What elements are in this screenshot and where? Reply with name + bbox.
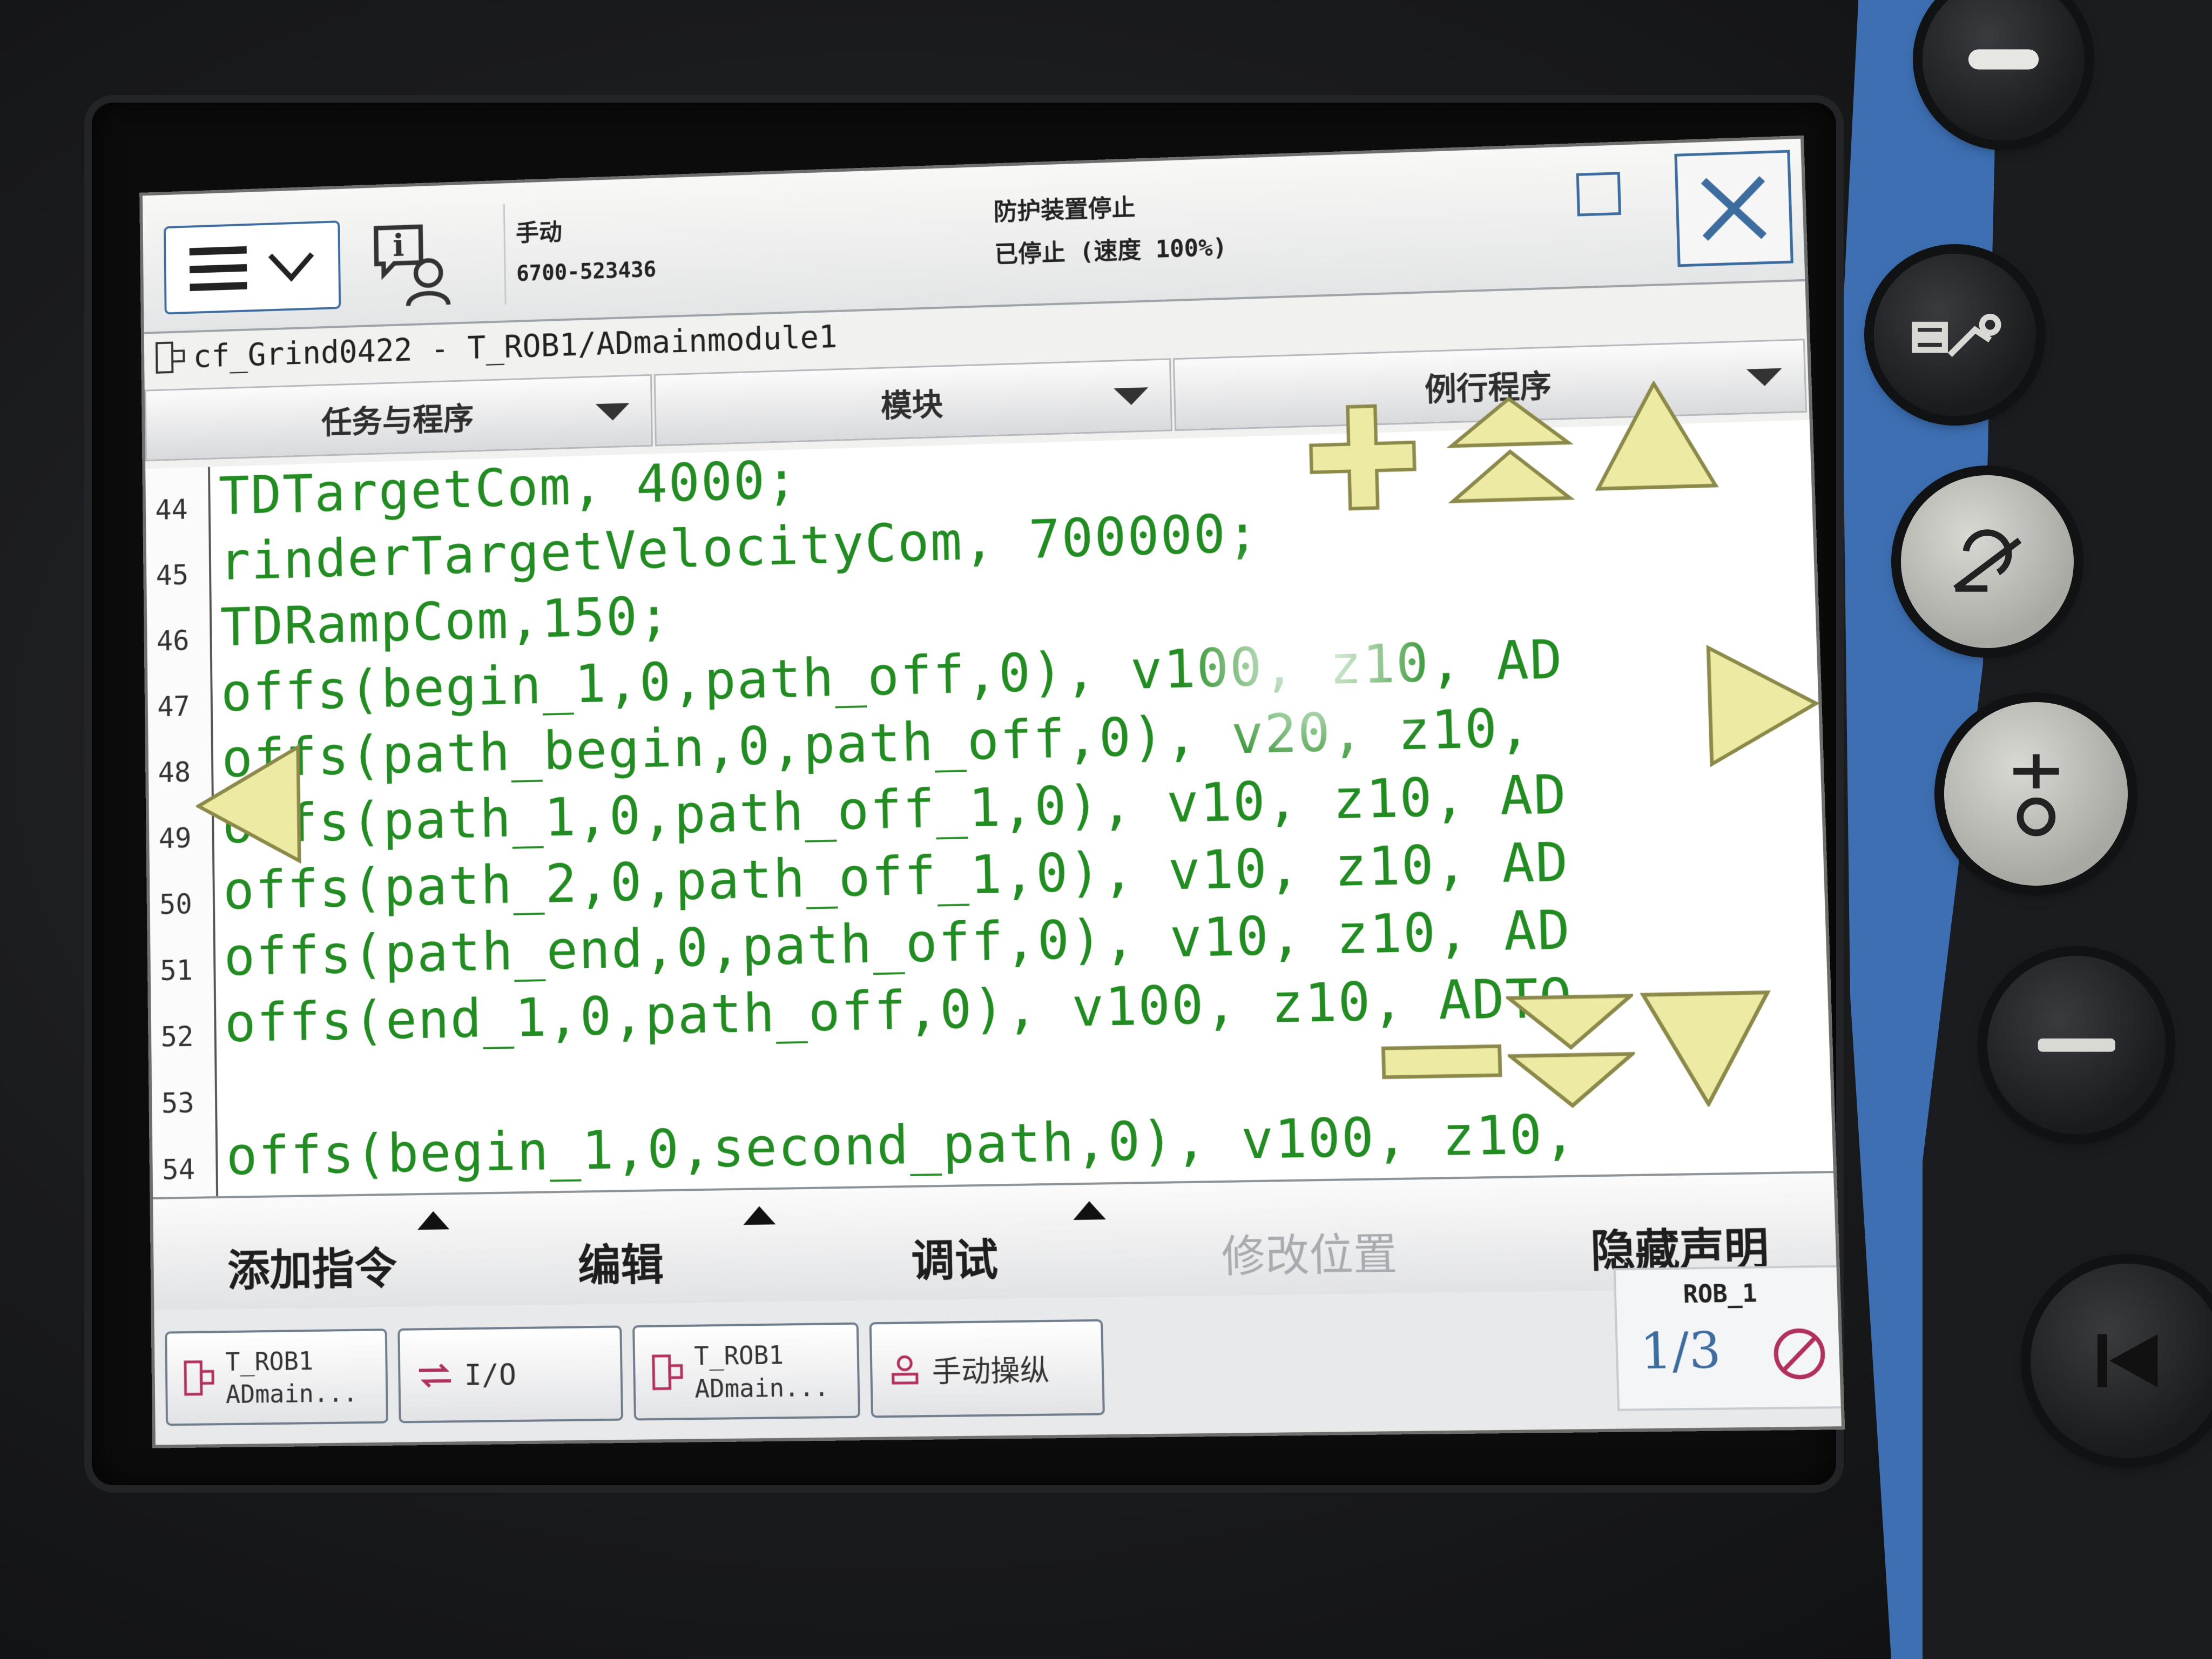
- jogging-icon: [888, 1353, 921, 1386]
- scroll-right-icon[interactable]: [1705, 638, 1820, 772]
- caret-up-icon: [417, 1211, 450, 1230]
- caret-down-icon: [595, 403, 630, 421]
- speed-fraction: 1/3: [1639, 1321, 1722, 1381]
- flexpendant-screen: i 手动 6700-523436 防护装置停止 已停止 (速度 100%) cf…: [142, 138, 1842, 1445]
- line-number: 44: [155, 494, 188, 527]
- quickset-robot-status[interactable]: ROB_1 1/3: [1613, 1265, 1842, 1411]
- zoom-out-icon[interactable]: [1381, 1038, 1503, 1084]
- scroll-left-icon[interactable]: [195, 740, 302, 870]
- module-name: ADmain...: [225, 1378, 358, 1409]
- caret-up-icon: [743, 1206, 776, 1225]
- code-text: TDRampCom,150;: [220, 585, 671, 658]
- safety-status: 防护装置停止: [993, 194, 1136, 226]
- taskbar-program-editor-1[interactable]: T_ROB1 ADmain...: [165, 1328, 388, 1426]
- close-button[interactable]: [1674, 150, 1793, 267]
- modify-position-button[interactable]: 修改位置: [1220, 1218, 1398, 1285]
- modules-dropdown[interactable]: 模块: [653, 358, 1173, 447]
- mechanical-unit: ROB_1: [1682, 1279, 1758, 1309]
- jogging-label: 手动操纵: [932, 1353, 1050, 1390]
- window-icon[interactable]: [1576, 172, 1622, 217]
- zoom-in-icon[interactable]: [1304, 399, 1421, 516]
- run-status: 已停止 (速度 100%): [994, 233, 1228, 269]
- line-number: 47: [157, 690, 191, 724]
- hw-button-robot-mode-icon[interactable]: [1874, 254, 2036, 416]
- code-editor[interactable]: 44 TDTargetCom, 4000; 45 rinderTargetVel…: [145, 420, 1833, 1197]
- io-label: I/O: [464, 1357, 517, 1392]
- chevron-down-icon: [267, 249, 315, 282]
- taskbar-jogging[interactable]: 手动操纵: [869, 1319, 1105, 1418]
- hw-button-increment-icon[interactable]: [1944, 702, 2128, 886]
- close-icon: [1694, 170, 1773, 248]
- line-number: 48: [158, 756, 191, 790]
- line-number: 53: [161, 1087, 195, 1120]
- page-up-icon[interactable]: [1446, 395, 1575, 507]
- scroll-up-icon[interactable]: [1588, 379, 1723, 491]
- task-name: T_ROB1: [225, 1346, 314, 1377]
- add-instruction-button[interactable]: 添加指令: [227, 1233, 397, 1298]
- scroll-down-icon[interactable]: [1638, 990, 1775, 1108]
- line-number: 51: [160, 954, 193, 988]
- taskbar-io[interactable]: I/O: [397, 1325, 624, 1424]
- taskbar-program-editor-2[interactable]: T_ROB1 ADmain...: [632, 1322, 861, 1421]
- line-number: 49: [158, 822, 192, 855]
- event-log-icon[interactable]: i: [367, 217, 457, 309]
- program-editor-icon: [183, 1359, 215, 1398]
- line-number: 50: [159, 888, 193, 921]
- io-arrows-icon: [416, 1359, 454, 1392]
- line-number: 45: [156, 559, 189, 592]
- caret-down-icon: [1114, 387, 1149, 406]
- hw-button-reorient-icon[interactable]: [1901, 475, 2074, 648]
- tasks-dropdown[interactable]: 任务与程序: [144, 374, 653, 462]
- status-area: 手动 6700-523436 防护装置停止 已停止 (速度 100%): [503, 164, 1691, 305]
- main-menu-button[interactable]: [164, 220, 341, 315]
- modules-dropdown-label: 模块: [880, 386, 943, 424]
- module-name: ADmain...: [694, 1372, 830, 1404]
- program-editor-icon: [154, 340, 186, 375]
- line-number: 46: [156, 625, 190, 658]
- page-down-icon[interactable]: [1506, 993, 1637, 1110]
- tasks-dropdown-label: 任务与程序: [321, 400, 474, 441]
- run-mode-icon: [1768, 1323, 1831, 1385]
- hw-button-minus-icon[interactable]: [1987, 956, 2166, 1134]
- controller-id: 6700-523436: [516, 257, 657, 287]
- operating-mode: 手动: [515, 219, 563, 247]
- svg-text:i: i: [393, 228, 404, 264]
- code-text: TDTargetCom, 4000;: [218, 449, 799, 527]
- program-editor-icon: [651, 1353, 684, 1392]
- task-name: T_ROB1: [693, 1340, 784, 1371]
- caret-up-icon: [1073, 1201, 1106, 1220]
- line-number: 52: [160, 1021, 194, 1054]
- debug-button[interactable]: 调试: [911, 1224, 999, 1289]
- taskbar: T_ROB1 ADmain... I/O T_ROB1 ADmain... 手动…: [154, 1265, 1842, 1445]
- caret-down-icon: [1746, 368, 1783, 387]
- edit-button[interactable]: 编辑: [577, 1229, 664, 1293]
- line-number: 54: [161, 1154, 195, 1186]
- hamburger-icon: [189, 246, 247, 292]
